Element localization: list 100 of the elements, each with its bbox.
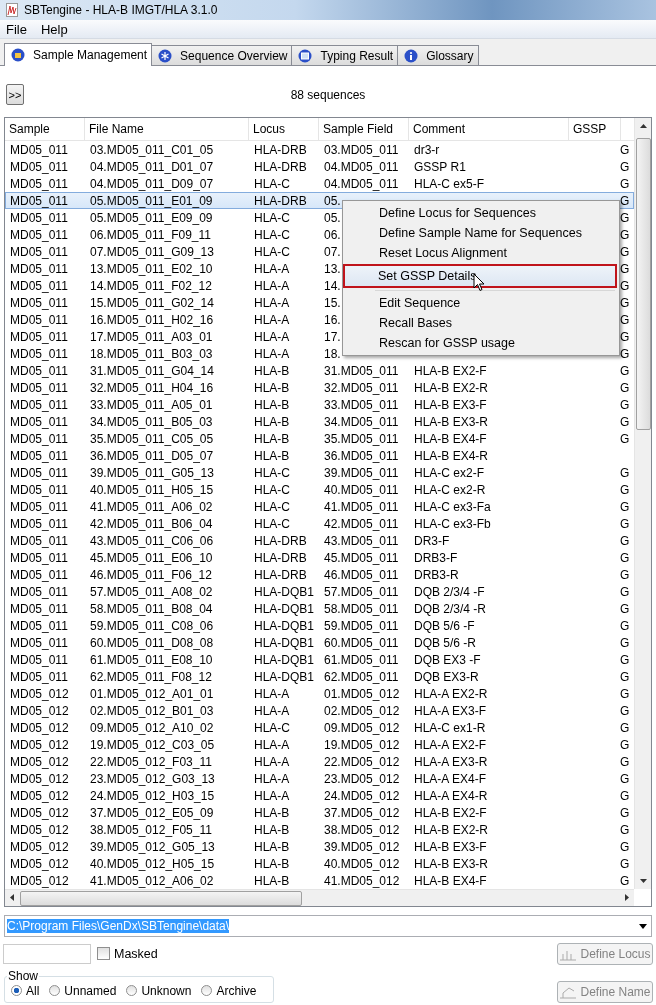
table-cell: HLA-A [254,686,290,701]
scroll-thumb[interactable] [20,890,302,906]
table-cell: 38.MD05_012 [324,822,400,837]
input-field[interactable] [3,943,91,964]
menu-item[interactable]: Help [40,21,68,37]
table-cell: MD05_011 [10,601,68,616]
table-cell: MD05_011 [10,533,68,548]
context-menu-item[interactable]: Reset Locus Alignment [345,243,617,264]
table-cell: 61.MD05_011 [324,652,399,667]
table-cell: HLA-A [254,329,290,344]
table-cell: MD05_011 [10,142,68,157]
vertical-scrollbar[interactable] [634,118,651,890]
table-cell: 13.MD05_011_E02_10 [90,261,213,276]
table-cell: HLA-B [254,822,290,837]
table-cell: 59.MD05_011_C08_06 [90,618,214,633]
table-cell: 32.MD05_011_H04_16 [90,380,214,395]
table-cell: 04.MD05_011_D09_07 [90,176,214,191]
table-cell: MD05_011 [10,550,68,565]
table-cell: MD05_012 [10,856,69,871]
table-cell: G [620,210,630,225]
expand-button[interactable]: >> [6,84,24,106]
table-cell: G [620,873,630,888]
context-menu-item[interactable]: Recall Bases [345,313,617,334]
table-cell: G [620,176,630,191]
table-cell: 60.MD05_011_D08_08 [90,635,214,650]
app-logo-icon [6,3,18,17]
table-cell: HLA-B [254,448,290,463]
column-header[interactable]: Comment [409,118,569,141]
table-cell: HLA-B EX4-R [414,448,489,463]
radio-button[interactable]: Archive [201,983,257,998]
table-cell: 19.MD05_012_C03_05 [90,737,215,752]
table-cell: HLA-DQB1 [254,584,315,599]
tab[interactable]: Sample Management [4,43,153,66]
horizontal-scrollbar[interactable] [5,889,634,907]
table-cell: HLA-C [254,176,290,191]
table-cell: HLA-A EX4-R [414,788,488,803]
table-cell: MD05_012 [10,686,69,701]
table-cell: 59.MD05_011 [324,618,399,633]
table-cell: MD05_011 [10,295,68,310]
table-cell: HLA-DRB [254,533,307,548]
table-cell: 05. [324,193,341,208]
context-menu-item[interactable]: Define Sample Name for Sequences [345,223,617,244]
table-cell: HLA-B EX3-R [414,414,489,429]
column-header[interactable]: Locus [249,118,319,141]
column-header[interactable]: Sample Field [319,118,409,141]
radio-button[interactable]: All [11,983,40,998]
table-cell: G [620,754,630,769]
table-cell: 58.MD05_011_B08_04 [90,601,213,616]
table-cell: 41.MD05_011 [324,499,399,514]
table-cell: DQB 5/6 -F [414,618,475,633]
table-cell: 01.MD05_012 [324,686,400,701]
table-cell: HLA-B [254,873,290,888]
table-cell: 40.MD05_012 [324,856,400,871]
tab[interactable]: Typing Result [291,45,399,65]
column-header[interactable]: File Name [85,118,249,141]
column-header[interactable]: GSSP [569,118,621,141]
table-cell: HLA-B EX2-R [414,380,489,395]
table-cell: HLA-B EX2-F [414,805,487,820]
table-cell: HLA-C ex3-Fa [414,499,491,514]
table-cell: G [620,788,630,803]
table-cell: HLA-A [254,771,290,786]
table-cell: HLA-C ex5-F [414,176,484,191]
tab[interactable]: Sequence Overview [151,45,293,65]
table-cell: DQB EX3 -F [414,652,481,667]
table-cell: HLA-DQB1 [254,601,315,616]
table-cell: HLA-A [254,312,290,327]
context-menu-item[interactable]: Set GSSP Details [343,264,617,289]
table-cell: HLA-B EX3-F [414,397,487,412]
table-cell: G [620,363,630,378]
table-cell: 15.MD05_011_G02_14 [90,295,214,310]
table-cell: 31.MD05_011_G04_14 [90,363,214,378]
table-cell: G [620,533,630,548]
table-cell: MD05_011 [10,278,68,293]
table-cell: 34.MD05_011 [324,414,399,429]
radio-button[interactable]: Unknown [126,983,192,998]
table-cell: 40.MD05_011 [324,482,399,497]
table-cell: 18.MD05_011_B03_03 [90,346,213,361]
table-cell: 31.MD05_011 [324,363,399,378]
masked-checkbox[interactable]: Masked [97,946,158,961]
table-cell: HLA-DRB [254,142,307,157]
scroll-thumb[interactable] [635,138,651,431]
context-menu-item[interactable]: Define Locus for Sequences [345,203,617,224]
table-cell: 46.MD05_011_F06_12 [90,567,212,582]
table-cell: G [620,567,630,582]
tab[interactable]: Glossary [397,45,479,65]
radio-button[interactable]: Unnamed [49,983,117,998]
column-header[interactable]: Sample [5,118,85,141]
table-cell: MD05_011 [10,618,68,633]
context-menu-item[interactable]: Rescan for GSSP usage [345,333,617,354]
table-cell: 06. [324,227,341,242]
table-cell: 61.MD05_011_E08_10 [90,652,213,667]
context-menu-item[interactable]: Edit Sequence [345,293,617,314]
menu-item[interactable]: File [6,21,27,37]
table-cell: 14.MD05_011_F02_12 [90,278,212,293]
table-cell: G [620,584,630,599]
table-cell: HLA-DRB [254,550,307,565]
table-cell: G [620,618,630,633]
table-cell: 09.MD05_012 [324,720,400,735]
table-cell: HLA-C [254,227,290,242]
table-cell: 37.MD05_012 [324,805,400,820]
